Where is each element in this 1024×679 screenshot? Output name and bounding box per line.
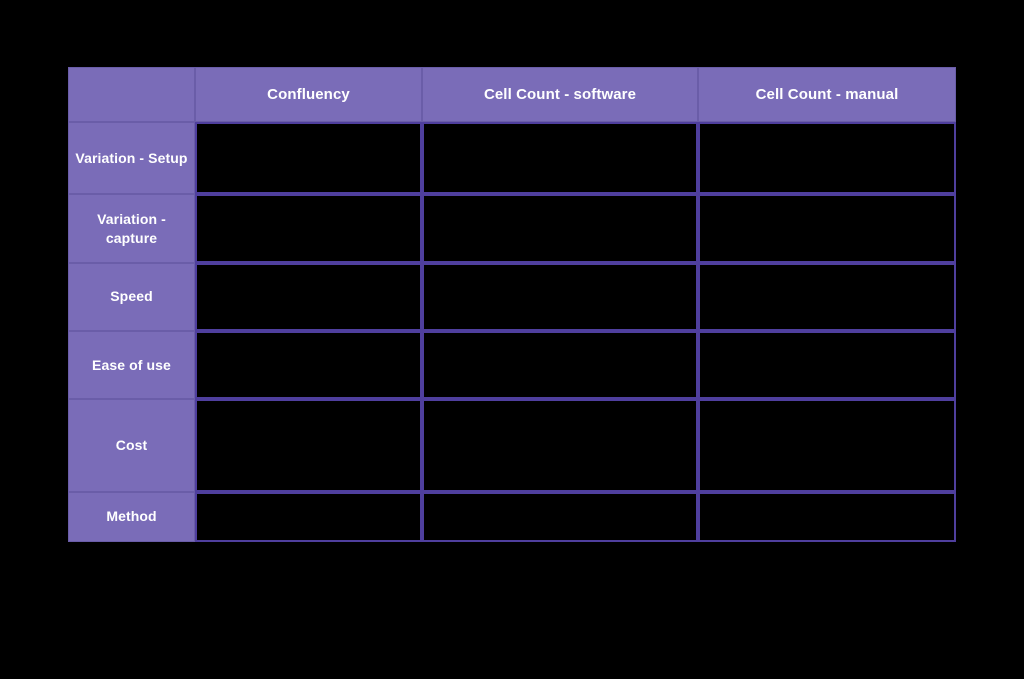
cell-speed-cell-count-software[interactable] bbox=[422, 262, 698, 331]
row-label-ease-of-use: Ease of use bbox=[68, 330, 195, 400]
table-row: Ease of use bbox=[68, 330, 956, 400]
cell-variation-setup-cell-count-software[interactable] bbox=[422, 122, 698, 195]
cell-method-cell-count-manual[interactable] bbox=[698, 491, 956, 542]
table-header: Confluency Cell Count - software Cell Co… bbox=[68, 67, 956, 122]
cell-cost-cell-count-manual[interactable] bbox=[698, 399, 956, 492]
column-header-cell-count-manual: Cell Count - manual bbox=[698, 67, 956, 122]
cell-variation-capture-confluency[interactable] bbox=[195, 194, 422, 263]
cell-method-confluency[interactable] bbox=[195, 491, 422, 542]
row-label-variation-setup: Variation - Setup bbox=[68, 122, 195, 195]
table-row: Cost bbox=[68, 399, 956, 492]
cell-speed-confluency[interactable] bbox=[195, 262, 422, 331]
table-row: Variation - Setup bbox=[68, 122, 956, 195]
cell-ease-of-use-cell-count-manual[interactable] bbox=[698, 330, 956, 400]
row-label-cost: Cost bbox=[68, 399, 195, 492]
table-corner-cell bbox=[68, 67, 195, 122]
slide-canvas: Confluency Cell Count - software Cell Co… bbox=[0, 0, 1024, 679]
cell-method-cell-count-software[interactable] bbox=[422, 491, 698, 542]
column-header-cell-count-software: Cell Count - software bbox=[422, 67, 698, 122]
row-label-speed: Speed bbox=[68, 262, 195, 331]
cell-variation-setup-cell-count-manual[interactable] bbox=[698, 122, 956, 195]
comparison-table: Confluency Cell Count - software Cell Co… bbox=[68, 67, 956, 542]
cell-variation-capture-cell-count-software[interactable] bbox=[422, 194, 698, 263]
cell-cost-cell-count-software[interactable] bbox=[422, 399, 698, 492]
table-header-row: Confluency Cell Count - software Cell Co… bbox=[68, 67, 956, 122]
table-row: Speed bbox=[68, 262, 956, 331]
table-row: Variation - capture bbox=[68, 194, 956, 263]
cell-speed-cell-count-manual[interactable] bbox=[698, 262, 956, 331]
table-row: Method bbox=[68, 491, 956, 542]
cell-ease-of-use-confluency[interactable] bbox=[195, 330, 422, 400]
row-label-variation-capture: Variation - capture bbox=[68, 194, 195, 263]
cell-ease-of-use-cell-count-software[interactable] bbox=[422, 330, 698, 400]
row-label-method: Method bbox=[68, 491, 195, 542]
cell-cost-confluency[interactable] bbox=[195, 399, 422, 492]
cell-variation-setup-confluency[interactable] bbox=[195, 122, 422, 195]
table-body: Variation - Setup Variation - capture Sp… bbox=[68, 122, 956, 542]
column-header-confluency: Confluency bbox=[195, 67, 422, 122]
cell-variation-capture-cell-count-manual[interactable] bbox=[698, 194, 956, 263]
